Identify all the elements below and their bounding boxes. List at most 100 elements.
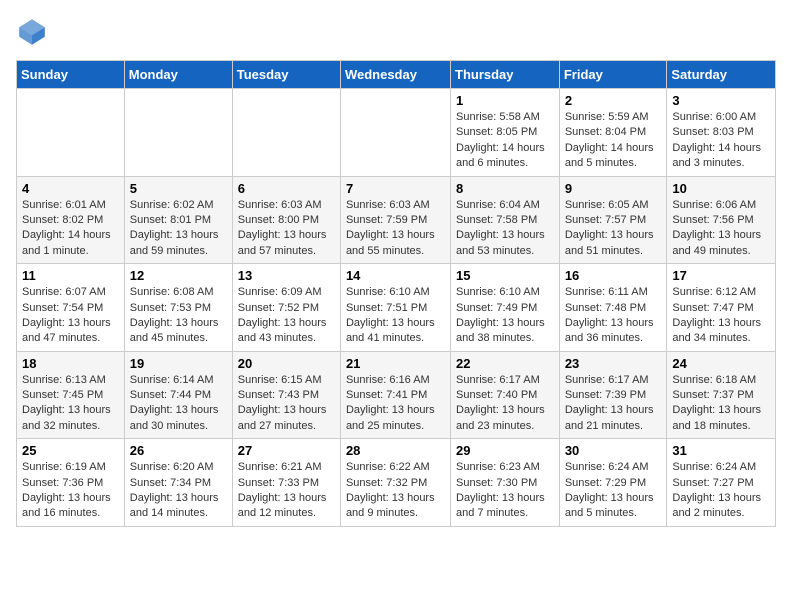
calendar-cell: 25 Sunrise: 6:19 AM Sunset: 7:36 PM Dayli… — [17, 439, 125, 527]
calendar-week-row: 1 Sunrise: 5:58 AM Sunset: 8:05 PM Daylig… — [17, 89, 776, 177]
calendar-week-row: 4 Sunrise: 6:01 AM Sunset: 8:02 PM Daylig… — [17, 176, 776, 264]
calendar-cell: 5 Sunrise: 6:02 AM Sunset: 8:01 PM Daylig… — [124, 176, 232, 264]
day-info: Sunrise: 6:11 AM Sunset: 7:48 PM Dayligh… — [565, 285, 662, 347]
calendar-cell: 21Sunrise: 6:16 AM Sunset: 7:41 PM Dayli… — [340, 351, 450, 439]
day-number: 26 — [130, 443, 227, 458]
calendar-cell — [17, 89, 125, 177]
calendar-cell: 20 Sunrise: 6:15 AM Sunset: 7:43 PM Dayli… — [232, 351, 340, 439]
day-info: Sunrise: 6:20 AM Sunset: 7:34 PM Dayligh… — [130, 460, 227, 522]
calendar-week-row: 11Sunrise: 6:07 AM Sunset: 7:54 PM Dayli… — [17, 264, 776, 352]
logo — [16, 16, 52, 48]
calendar-cell: 16 Sunrise: 6:11 AM Sunset: 7:48 PM Dayli… — [559, 264, 667, 352]
day-info: Sunrise: 6:21 AM Sunset: 7:33 PM Dayligh… — [238, 460, 335, 522]
day-number: 1 — [456, 93, 554, 108]
day-info: Sunrise: 6:24 AM Sunset: 7:27 PM Dayligh… — [672, 460, 770, 522]
weekday-header: Friday — [559, 61, 667, 89]
day-number: 19 — [130, 356, 227, 371]
calendar-cell: 30 Sunrise: 6:24 AM Sunset: 7:29 PM Dayli… — [559, 439, 667, 527]
day-number: 4 — [22, 181, 119, 196]
weekday-header: Thursday — [451, 61, 560, 89]
day-number: 3 — [672, 93, 770, 108]
day-number: 29 — [456, 443, 554, 458]
day-info: Sunrise: 6:12 AM Sunset: 7:47 PM Dayligh… — [672, 285, 770, 347]
calendar-cell: 4 Sunrise: 6:01 AM Sunset: 8:02 PM Daylig… — [17, 176, 125, 264]
calendar-cell: 31 Sunrise: 6:24 AM Sunset: 7:27 PM Dayli… — [667, 439, 776, 527]
day-number: 7 — [346, 181, 445, 196]
day-number: 22 — [456, 356, 554, 371]
day-info: Sunrise: 6:03 AM Sunset: 8:00 PM Dayligh… — [238, 198, 335, 260]
day-number: 16 — [565, 268, 662, 283]
day-info: Sunrise: 6:17 AM Sunset: 7:39 PM Dayligh… — [565, 373, 662, 435]
day-info: Sunrise: 6:05 AM Sunset: 7:57 PM Dayligh… — [565, 198, 662, 260]
calendar-cell: 22Sunrise: 6:17 AM Sunset: 7:40 PM Dayli… — [451, 351, 560, 439]
weekday-header: Sunday — [17, 61, 125, 89]
day-number: 24 — [672, 356, 770, 371]
calendar-week-row: 25 Sunrise: 6:19 AM Sunset: 7:36 PM Dayli… — [17, 439, 776, 527]
day-number: 17 — [672, 268, 770, 283]
day-info: Sunrise: 6:01 AM Sunset: 8:02 PM Dayligh… — [22, 198, 119, 260]
day-number: 28 — [346, 443, 445, 458]
day-info: Sunrise: 6:13 AM Sunset: 7:45 PM Dayligh… — [22, 373, 119, 435]
calendar-cell: 2 Sunrise: 5:59 AM Sunset: 8:04 PM Daylig… — [559, 89, 667, 177]
calendar-cell: 10 Sunrise: 6:06 AM Sunset: 7:56 PM Dayli… — [667, 176, 776, 264]
day-info: Sunrise: 5:58 AM Sunset: 8:05 PM Dayligh… — [456, 110, 554, 172]
day-number: 15 — [456, 268, 554, 283]
day-number: 2 — [565, 93, 662, 108]
calendar-cell: 1 Sunrise: 5:58 AM Sunset: 8:05 PM Daylig… — [451, 89, 560, 177]
calendar-cell: 8Sunrise: 6:04 AM Sunset: 7:58 PM Daylig… — [451, 176, 560, 264]
day-number: 5 — [130, 181, 227, 196]
calendar-cell: 19 Sunrise: 6:14 AM Sunset: 7:44 PM Dayli… — [124, 351, 232, 439]
day-info: Sunrise: 6:22 AM Sunset: 7:32 PM Dayligh… — [346, 460, 445, 522]
calendar-cell: 3 Sunrise: 6:00 AM Sunset: 8:03 PM Daylig… — [667, 89, 776, 177]
calendar-cell: 11Sunrise: 6:07 AM Sunset: 7:54 PM Dayli… — [17, 264, 125, 352]
day-info: Sunrise: 6:10 AM Sunset: 7:49 PM Dayligh… — [456, 285, 554, 347]
calendar-cell: 14 Sunrise: 6:10 AM Sunset: 7:51 PM Dayli… — [340, 264, 450, 352]
day-info: Sunrise: 6:18 AM Sunset: 7:37 PM Dayligh… — [672, 373, 770, 435]
calendar-cell: 12 Sunrise: 6:08 AM Sunset: 7:53 PM Dayli… — [124, 264, 232, 352]
day-info: Sunrise: 6:10 AM Sunset: 7:51 PM Dayligh… — [346, 285, 445, 347]
day-info: Sunrise: 6:08 AM Sunset: 7:53 PM Dayligh… — [130, 285, 227, 347]
calendar-cell: 9Sunrise: 6:05 AM Sunset: 7:57 PM Daylig… — [559, 176, 667, 264]
day-number: 14 — [346, 268, 445, 283]
weekday-header: Saturday — [667, 61, 776, 89]
day-number: 25 — [22, 443, 119, 458]
calendar-cell: 24 Sunrise: 6:18 AM Sunset: 7:37 PM Dayli… — [667, 351, 776, 439]
day-info: Sunrise: 5:59 AM Sunset: 8:04 PM Dayligh… — [565, 110, 662, 172]
day-info: Sunrise: 6:02 AM Sunset: 8:01 PM Dayligh… — [130, 198, 227, 260]
day-info: Sunrise: 6:09 AM Sunset: 7:52 PM Dayligh… — [238, 285, 335, 347]
day-info: Sunrise: 6:24 AM Sunset: 7:29 PM Dayligh… — [565, 460, 662, 522]
calendar-header-row: SundayMondayTuesdayWednesdayThursdayFrid… — [17, 61, 776, 89]
day-info: Sunrise: 6:04 AM Sunset: 7:58 PM Dayligh… — [456, 198, 554, 260]
day-info: Sunrise: 6:14 AM Sunset: 7:44 PM Dayligh… — [130, 373, 227, 435]
weekday-header: Monday — [124, 61, 232, 89]
calendar-cell: 28 Sunrise: 6:22 AM Sunset: 7:32 PM Dayli… — [340, 439, 450, 527]
day-info: Sunrise: 6:15 AM Sunset: 7:43 PM Dayligh… — [238, 373, 335, 435]
day-info: Sunrise: 6:23 AM Sunset: 7:30 PM Dayligh… — [456, 460, 554, 522]
weekday-header: Tuesday — [232, 61, 340, 89]
calendar-cell: 27Sunrise: 6:21 AM Sunset: 7:33 PM Dayli… — [232, 439, 340, 527]
day-info: Sunrise: 6:03 AM Sunset: 7:59 PM Dayligh… — [346, 198, 445, 260]
day-number: 30 — [565, 443, 662, 458]
day-info: Sunrise: 6:06 AM Sunset: 7:56 PM Dayligh… — [672, 198, 770, 260]
calendar-cell: 23 Sunrise: 6:17 AM Sunset: 7:39 PM Dayli… — [559, 351, 667, 439]
calendar-cell: 13 Sunrise: 6:09 AM Sunset: 7:52 PM Dayli… — [232, 264, 340, 352]
day-number: 13 — [238, 268, 335, 283]
page-header — [16, 16, 776, 48]
calendar-cell: 7 Sunrise: 6:03 AM Sunset: 7:59 PM Daylig… — [340, 176, 450, 264]
calendar-cell: 26 Sunrise: 6:20 AM Sunset: 7:34 PM Dayli… — [124, 439, 232, 527]
calendar-cell — [124, 89, 232, 177]
day-number: 12 — [130, 268, 227, 283]
day-info: Sunrise: 6:16 AM Sunset: 7:41 PM Dayligh… — [346, 373, 445, 435]
weekday-header: Wednesday — [340, 61, 450, 89]
calendar-table: SundayMondayTuesdayWednesdayThursdayFrid… — [16, 60, 776, 527]
day-number: 20 — [238, 356, 335, 371]
day-number: 31 — [672, 443, 770, 458]
day-number: 6 — [238, 181, 335, 196]
day-info: Sunrise: 6:19 AM Sunset: 7:36 PM Dayligh… — [22, 460, 119, 522]
day-number: 10 — [672, 181, 770, 196]
calendar-cell: 15 Sunrise: 6:10 AM Sunset: 7:49 PM Dayli… — [451, 264, 560, 352]
calendar-cell: 29 Sunrise: 6:23 AM Sunset: 7:30 PM Dayli… — [451, 439, 560, 527]
day-number: 23 — [565, 356, 662, 371]
day-info: Sunrise: 6:00 AM Sunset: 8:03 PM Dayligh… — [672, 110, 770, 172]
day-number: 18 — [22, 356, 119, 371]
